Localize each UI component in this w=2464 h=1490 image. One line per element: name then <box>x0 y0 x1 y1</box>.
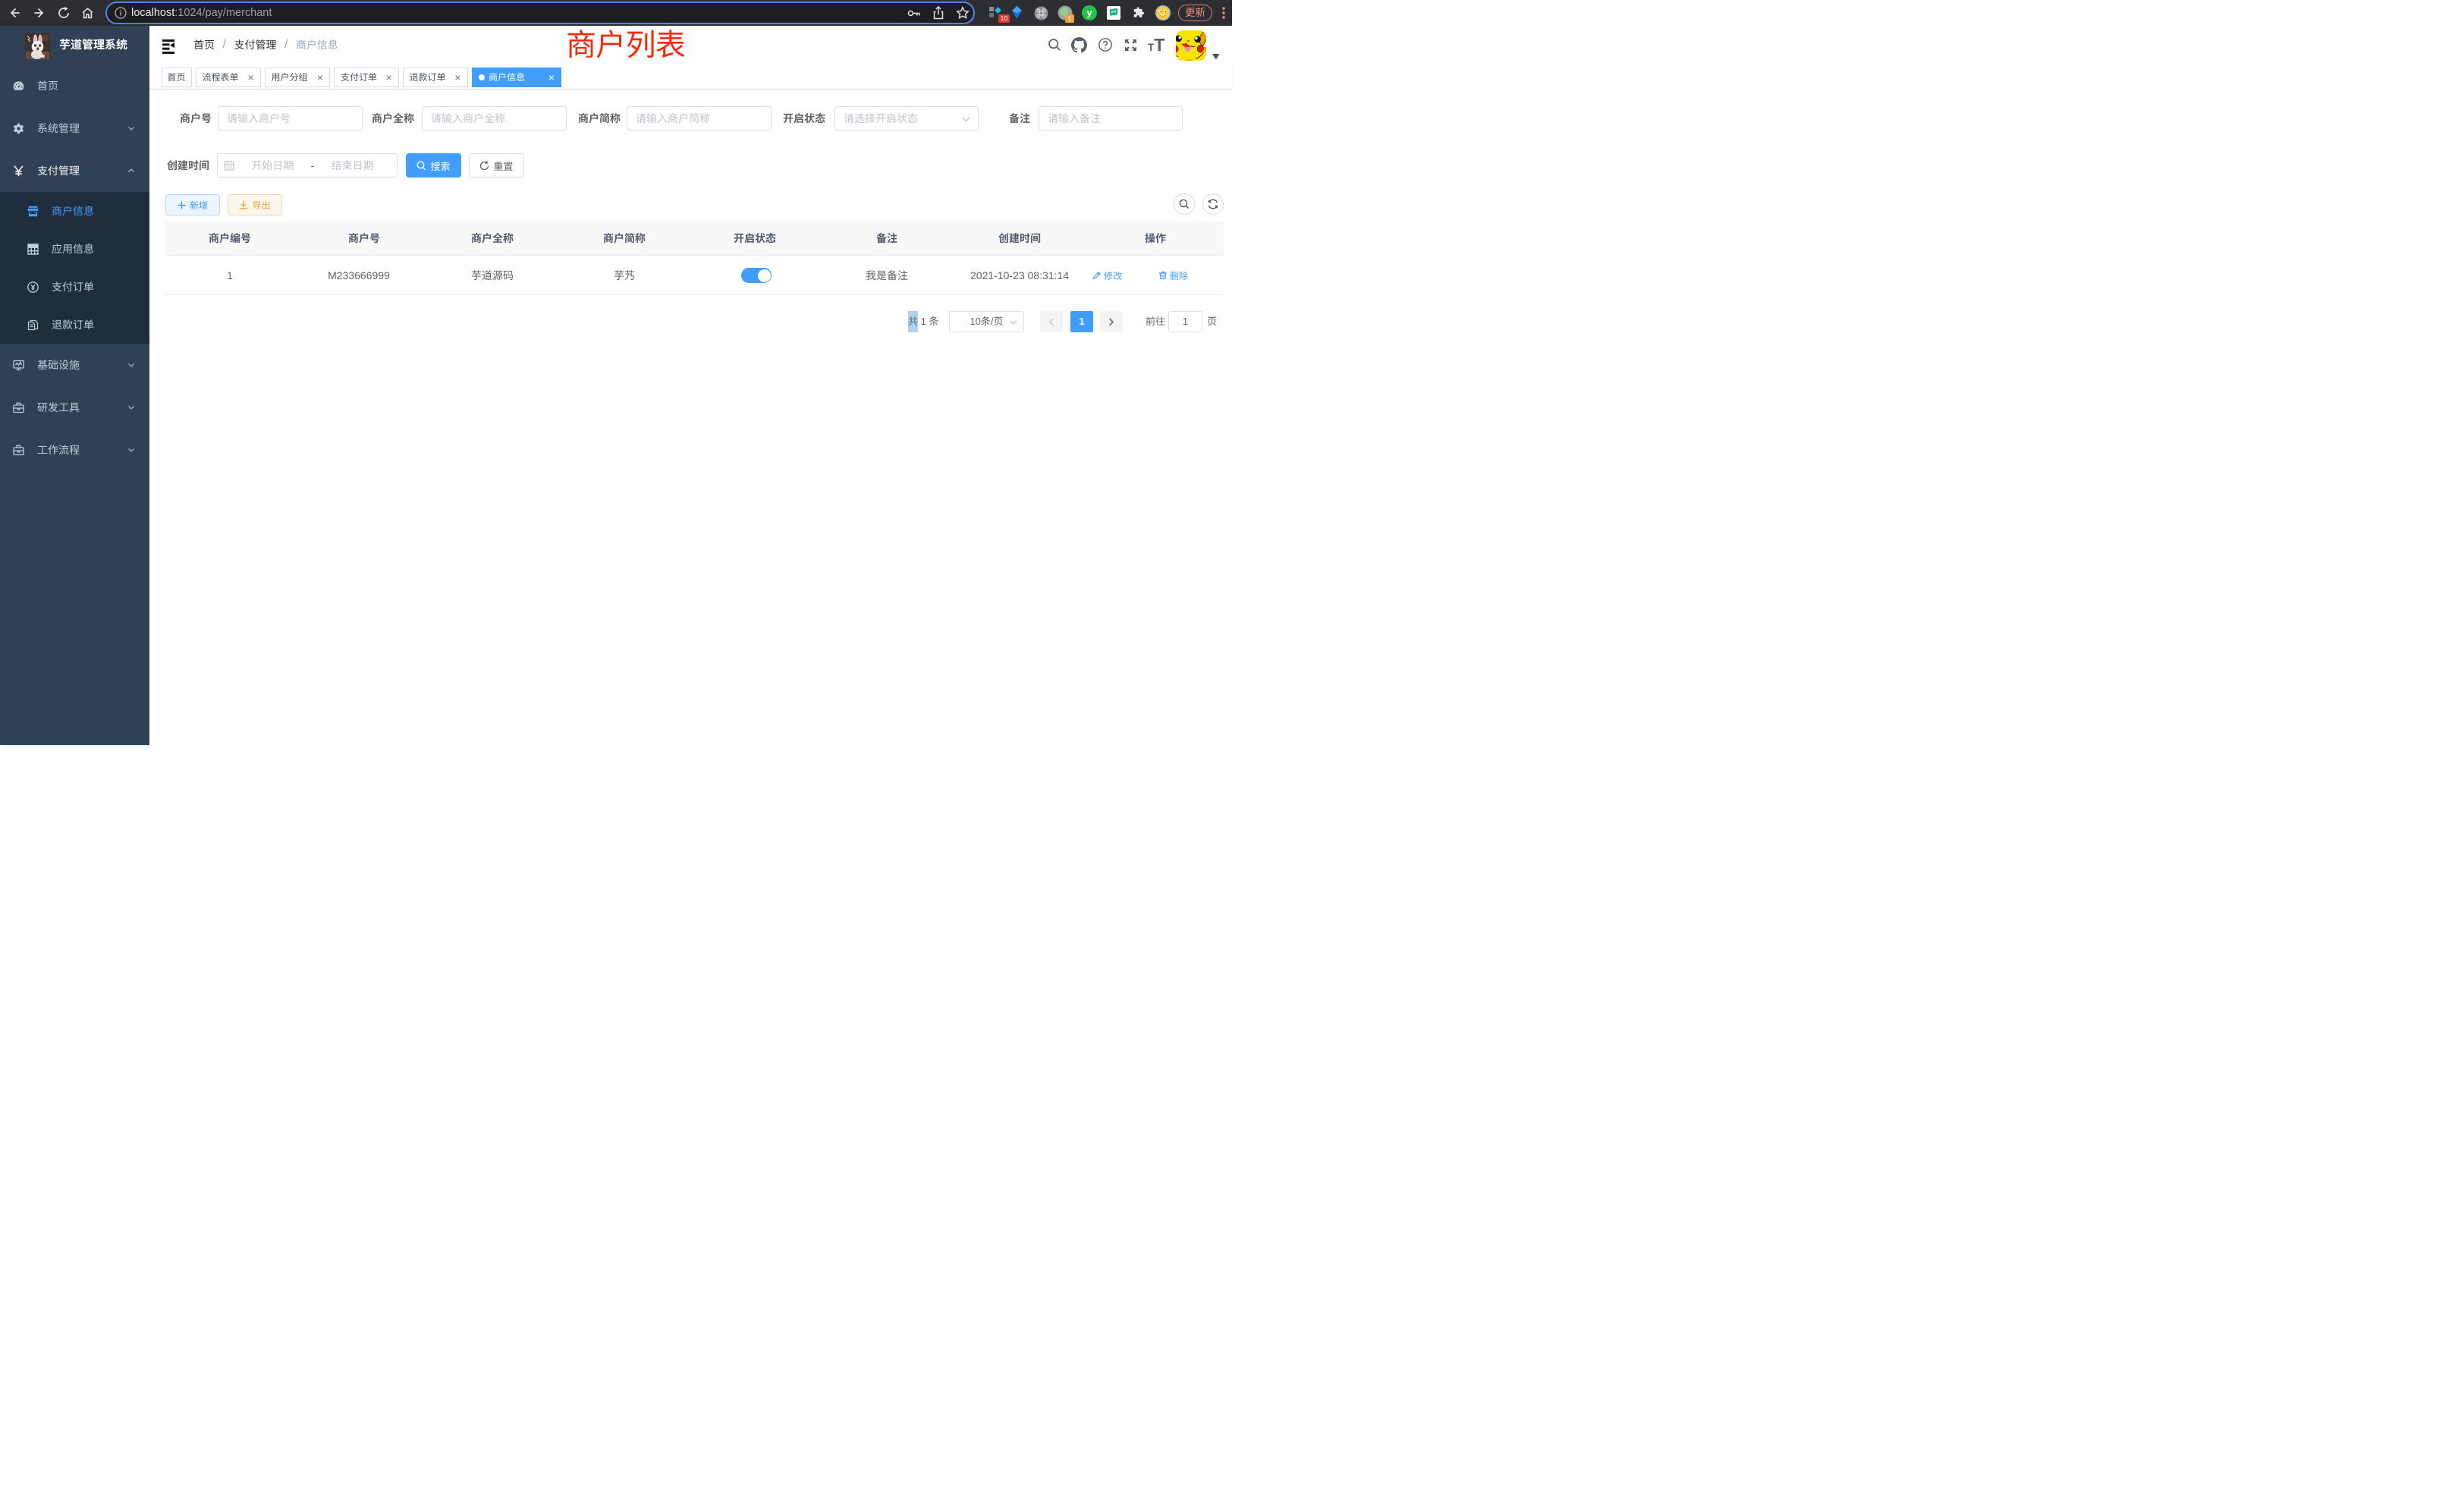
svg-text:y: y <box>1087 8 1092 18</box>
